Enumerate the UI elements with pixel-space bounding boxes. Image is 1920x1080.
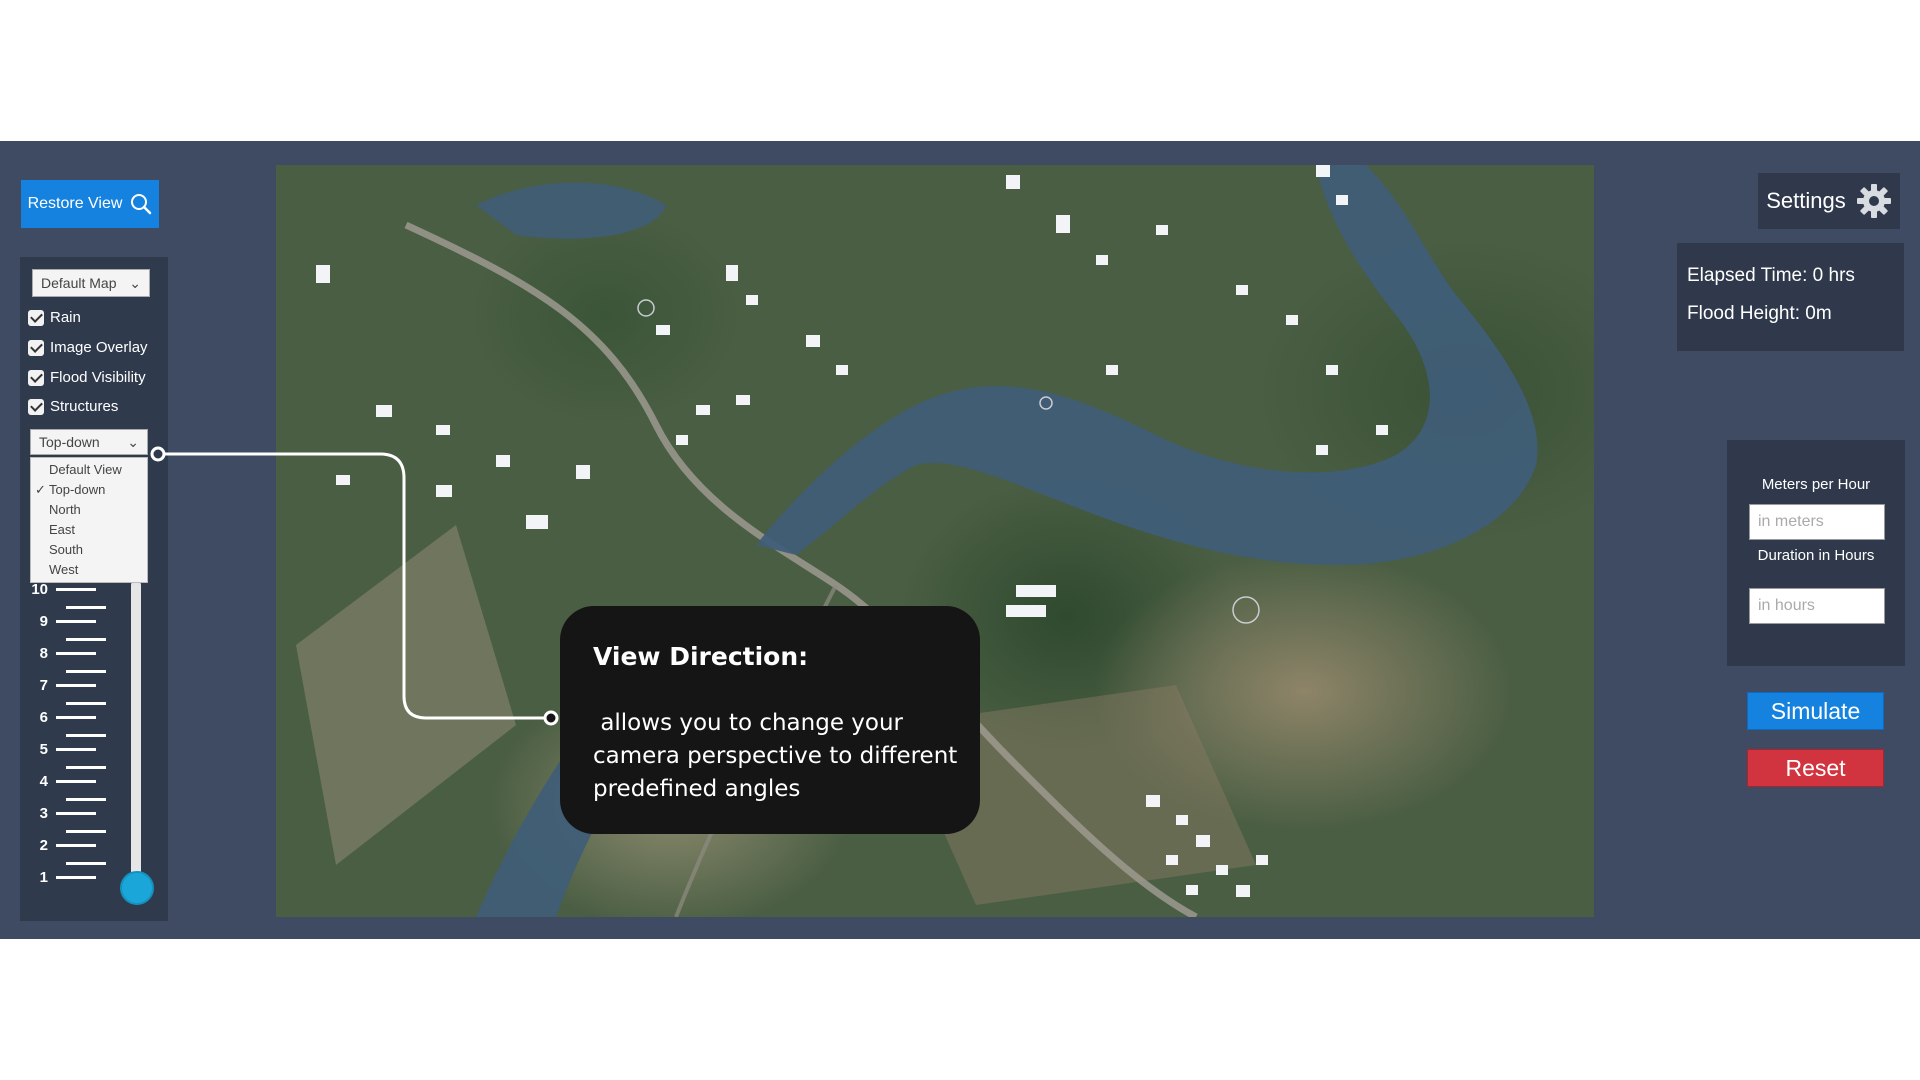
meters-per-hour-input[interactable] bbox=[1749, 504, 1885, 540]
flood-level-slider-track[interactable] bbox=[131, 581, 141, 887]
scale-minor-tick bbox=[66, 734, 106, 737]
rain-checkbox[interactable] bbox=[28, 309, 44, 326]
scale-tick: 1 bbox=[30, 869, 96, 886]
farm-field bbox=[296, 525, 516, 865]
chevron-down-icon: ⌄ bbox=[129, 274, 141, 291]
view-option-top-down[interactable]: Top-down bbox=[31, 480, 147, 500]
map-marker bbox=[637, 299, 655, 317]
scale-minor-tick bbox=[66, 766, 106, 769]
scale-tick: 9 bbox=[30, 613, 96, 630]
settings-button[interactable]: Settings bbox=[1758, 173, 1900, 229]
view-direction-menu: Default View Top-down North East South W… bbox=[30, 457, 148, 583]
map-type-value: Default Map bbox=[41, 275, 117, 291]
tooltip-body: allows you to change your camera perspec… bbox=[593, 710, 965, 802]
flood-level-scale: 10 9 8 7 6 5 4 3 2 1 bbox=[30, 581, 108, 891]
scale-minor-tick bbox=[66, 798, 106, 801]
scale-tick: 7 bbox=[30, 677, 96, 694]
scale-tick: 3 bbox=[30, 805, 96, 822]
scale-tick: 2 bbox=[30, 837, 96, 854]
scale-tick: 5 bbox=[30, 741, 96, 758]
view-option-default[interactable]: Default View bbox=[31, 460, 147, 480]
scale-tick: 6 bbox=[30, 709, 96, 726]
view-option-north[interactable]: North bbox=[31, 500, 147, 520]
map-marker bbox=[1232, 596, 1260, 624]
duration-hours-label: Duration in Hours bbox=[1757, 547, 1875, 564]
restore-view-button[interactable]: Restore View bbox=[21, 180, 159, 228]
flood-height: Flood Height: 0m bbox=[1687, 303, 1832, 324]
structures-checkbox[interactable] bbox=[28, 398, 44, 415]
image-overlay-label: Image Overlay bbox=[50, 339, 148, 356]
flood-simulation-app: Restore View Default Map ⌄ Rain Image Ov… bbox=[0, 141, 1920, 939]
view-direction-value: Top-down bbox=[39, 434, 100, 450]
map-type-select[interactable]: Default Map ⌄ bbox=[32, 269, 150, 297]
toggle-structures[interactable]: Structures bbox=[28, 398, 118, 415]
view-option-south[interactable]: South bbox=[31, 540, 147, 560]
scale-minor-tick bbox=[66, 830, 106, 833]
scale-minor-tick bbox=[66, 670, 106, 673]
simulate-button[interactable]: Simulate bbox=[1747, 692, 1884, 730]
settings-label: Settings bbox=[1766, 188, 1846, 213]
elapsed-time: Elapsed Time: 0 hrs bbox=[1687, 265, 1855, 286]
flood-level-slider-thumb[interactable] bbox=[120, 871, 154, 905]
simulation-parameters-panel: Meters per Hour Duration in Hours bbox=[1727, 440, 1905, 666]
scale-tick: 8 bbox=[30, 645, 96, 662]
flood-visibility-label: Flood Visibility bbox=[50, 369, 146, 386]
scale-tick: 10 bbox=[30, 581, 96, 598]
toggle-flood-visibility[interactable]: Flood Visibility bbox=[28, 369, 146, 386]
view-option-east[interactable]: East bbox=[31, 520, 147, 540]
scale-tick: 4 bbox=[30, 773, 96, 790]
flood-water-river bbox=[756, 165, 1538, 565]
view-direction-tooltip: View Direction: allows you to change you… bbox=[560, 606, 980, 834]
view-direction-select[interactable]: Top-down ⌄ bbox=[30, 429, 148, 455]
view-option-west[interactable]: West bbox=[31, 560, 147, 580]
simulation-stats-panel: Elapsed Time: 0 hrs Flood Height: 0m bbox=[1677, 243, 1904, 351]
restore-view-label: Restore View bbox=[27, 195, 123, 212]
structures-label: Structures bbox=[50, 398, 119, 415]
scale-minor-tick bbox=[66, 638, 106, 641]
image-overlay-checkbox[interactable] bbox=[28, 339, 44, 356]
reset-button[interactable]: Reset bbox=[1747, 749, 1884, 787]
flood-visibility-checkbox[interactable] bbox=[28, 369, 44, 386]
chevron-down-icon: ⌄ bbox=[127, 433, 139, 450]
tooltip-title: View Direction: bbox=[593, 642, 809, 671]
rain-label: Rain bbox=[50, 309, 81, 326]
toggle-image-overlay[interactable]: Image Overlay bbox=[28, 339, 148, 356]
search-icon bbox=[131, 194, 152, 215]
scale-minor-tick bbox=[66, 606, 106, 609]
scale-minor-tick bbox=[66, 702, 106, 705]
scale-minor-tick bbox=[66, 862, 106, 865]
duration-hours-input[interactable] bbox=[1749, 588, 1885, 624]
flood-water-pond bbox=[476, 182, 666, 239]
meters-per-hour-label: Meters per Hour bbox=[1761, 476, 1871, 493]
gear-icon bbox=[1856, 184, 1891, 218]
toggle-rain[interactable]: Rain bbox=[28, 309, 81, 326]
